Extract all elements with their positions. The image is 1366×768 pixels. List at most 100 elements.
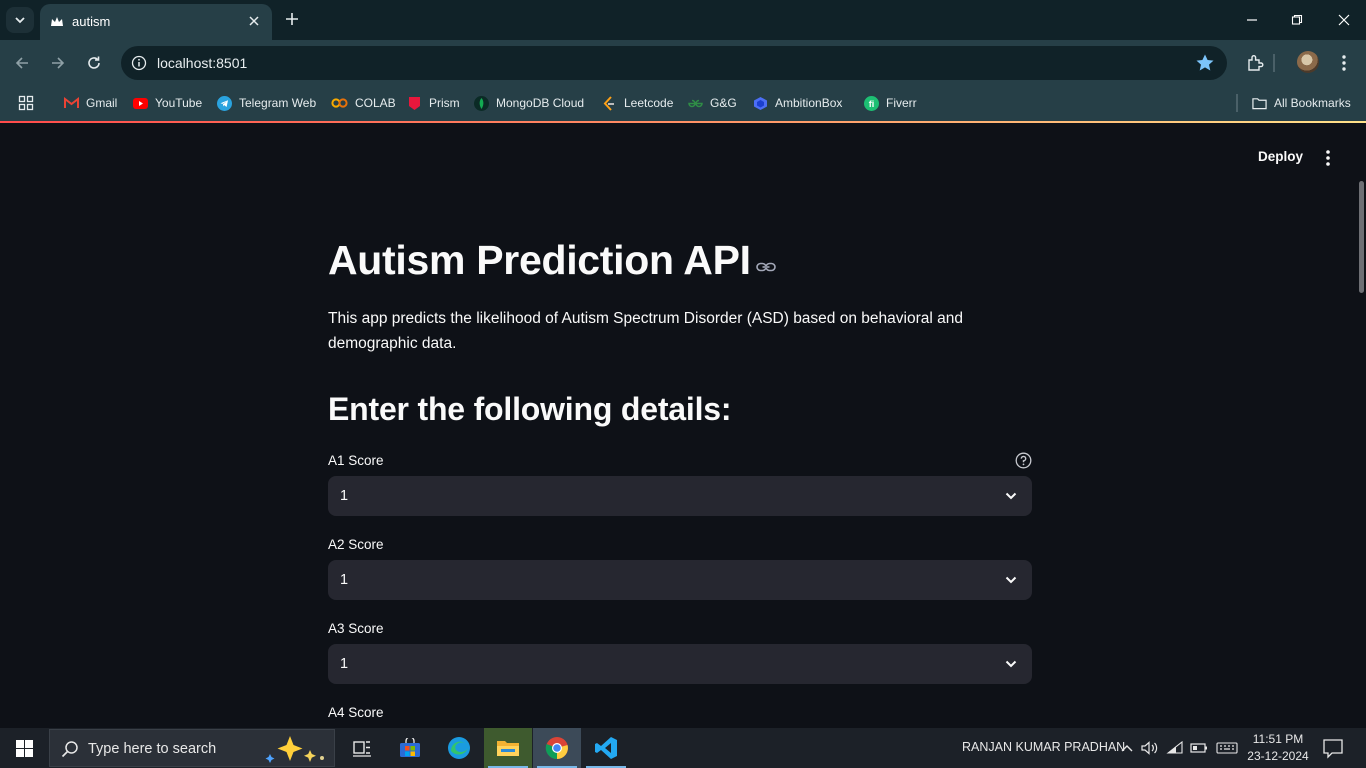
app-description: This app predicts the likelihood of Auti…: [328, 310, 963, 352]
chevron-down-icon: [1005, 660, 1017, 668]
a2-score-select[interactable]: 1: [328, 560, 1032, 600]
close-tab-icon[interactable]: [246, 13, 262, 29]
bookmark-leetcode[interactable]: Leetcode: [602, 92, 673, 114]
bookmark-telegram[interactable]: Telegram Web: [217, 92, 316, 114]
chevron-down-icon: [15, 17, 25, 24]
bookmark-label: Gmail: [86, 96, 118, 110]
prism-icon: [407, 96, 422, 111]
minimize-icon[interactable]: [1238, 8, 1266, 32]
apps-grid-icon[interactable]: [18, 92, 34, 114]
tab-title: autism: [72, 14, 111, 29]
new-tab-icon[interactable]: [282, 9, 302, 29]
bookmark-label: G&G: [710, 96, 737, 110]
forward-arrow-icon[interactable]: [46, 51, 70, 75]
bookmark-label: COLAB: [355, 96, 396, 110]
bookmark-ambitionbox[interactable]: AmbitionBox: [753, 92, 842, 114]
address-bar[interactable]: localhost:8501: [121, 46, 1227, 80]
bookmark-prism[interactable]: Prism: [407, 92, 460, 114]
search-icon: [61, 741, 78, 758]
tray-username: RANJAN KUMAR PRADHAN: [962, 740, 1126, 754]
ambitionbox-icon: [753, 96, 768, 111]
folder-icon: [1252, 96, 1267, 111]
streamlit-crown-icon: [51, 17, 63, 26]
toolbar-divider: [1273, 54, 1275, 72]
gmail-icon: [64, 96, 79, 111]
bookmarks-bar: Gmail YouTube Telegram Web COLAB Prism M…: [0, 86, 1366, 121]
svg-text:fi: fi: [869, 99, 875, 109]
search-highlight-sparkle-icon[interactable]: [264, 734, 328, 764]
a1-score-label: A1 Score: [328, 453, 384, 468]
bookmarks-divider: [1236, 94, 1238, 112]
all-bookmarks-button[interactable]: All Bookmarks: [1252, 92, 1351, 114]
page-title: Autism Prediction API: [328, 237, 751, 283]
a4-score-label: A4 Score: [328, 705, 384, 720]
a3-score-label: A3 Score: [328, 621, 384, 636]
select-value: 1: [340, 488, 349, 504]
site-info-icon[interactable]: [130, 54, 148, 72]
streamlit-app: Deploy Autism Prediction API This app pr…: [0, 123, 1366, 728]
windows-taskbar: Type here to search RANJAN KUMAR PRADHAN: [0, 728, 1366, 768]
colab-icon: [331, 96, 348, 111]
a2-score-label: A2 Score: [328, 537, 384, 552]
a1-score-select[interactable]: 1: [328, 476, 1032, 516]
tab-search-button[interactable]: [6, 7, 34, 33]
browser-tab-active[interactable]: autism: [40, 4, 272, 40]
microsoft-store-icon[interactable]: [386, 728, 434, 768]
fiverr-icon: fi: [864, 95, 879, 111]
edge-icon[interactable]: [435, 728, 483, 768]
bookmark-gmail[interactable]: Gmail: [64, 92, 117, 114]
bookmark-label: MongoDB Cloud: [496, 96, 585, 110]
bookmark-label: Fiverr: [886, 96, 917, 110]
select-value: 1: [340, 656, 349, 672]
battery-icon[interactable]: [1190, 738, 1208, 758]
bookmark-fiverr[interactable]: fi Fiverr: [864, 92, 917, 114]
all-bookmarks-label: All Bookmarks: [1274, 96, 1351, 110]
close-window-icon[interactable]: [1330, 8, 1358, 32]
task-view-icon[interactable]: [338, 728, 386, 768]
bookmark-label: Leetcode: [624, 96, 674, 110]
leetcode-icon: [602, 95, 617, 111]
notification-icon[interactable]: [1322, 737, 1344, 759]
page-scrollbar[interactable]: [1359, 181, 1364, 293]
bookmark-star-icon[interactable]: [1195, 53, 1215, 73]
bookmark-mongodb[interactable]: MongoDB Cloud: [474, 92, 584, 114]
profile-avatar[interactable]: [1297, 51, 1319, 73]
bookmark-colab[interactable]: COLAB: [331, 92, 396, 114]
a3-score-select[interactable]: 1: [328, 644, 1032, 684]
section-heading: Enter the following details:: [328, 391, 732, 427]
taskbar-search-box[interactable]: Type here to search: [49, 729, 335, 767]
bookmark-youtube[interactable]: YouTube: [133, 92, 202, 114]
gfg-icon: [688, 96, 703, 111]
bookmark-label: Telegram Web: [239, 96, 317, 110]
chevron-down-icon: [1005, 576, 1017, 584]
youtube-icon: [133, 96, 148, 111]
back-arrow-icon[interactable]: [10, 51, 34, 75]
reload-icon[interactable]: [82, 51, 106, 75]
bookmark-gfg[interactable]: G&G: [688, 92, 737, 114]
select-value: 1: [340, 572, 349, 588]
main-menu-icon[interactable]: [1318, 147, 1338, 169]
link-anchor-icon[interactable]: [756, 260, 776, 274]
chevron-down-icon: [1005, 492, 1017, 500]
browser-menu-icon[interactable]: [1333, 52, 1355, 74]
bookmark-label: Prism: [429, 96, 460, 110]
address-url: localhost:8501: [157, 55, 248, 71]
taskbar-clock[interactable]: 11:51 PM 23-12-2024: [1246, 731, 1310, 765]
deploy-button[interactable]: Deploy: [1250, 145, 1311, 168]
keyboard-icon[interactable]: [1215, 738, 1239, 758]
vscode-icon[interactable]: [582, 728, 630, 768]
chrome-icon[interactable]: [533, 728, 581, 768]
restore-icon[interactable]: [1283, 8, 1311, 32]
clock-time: 11:51 PM: [1252, 732, 1304, 746]
help-question-icon[interactable]: [1015, 452, 1032, 469]
wifi-icon[interactable]: [1166, 738, 1184, 758]
extensions-icon[interactable]: [1244, 52, 1266, 74]
windows-start-icon[interactable]: [0, 728, 48, 768]
bookmark-label: AmbitionBox: [775, 96, 843, 110]
chevron-up-icon[interactable]: [1118, 738, 1136, 758]
mongodb-leaf-icon: [474, 95, 489, 111]
volume-icon[interactable]: [1141, 738, 1159, 758]
browser-toolbar: localhost:8501: [0, 40, 1366, 86]
bookmark-label: YouTube: [155, 96, 203, 110]
file-explorer-icon[interactable]: [484, 728, 532, 768]
